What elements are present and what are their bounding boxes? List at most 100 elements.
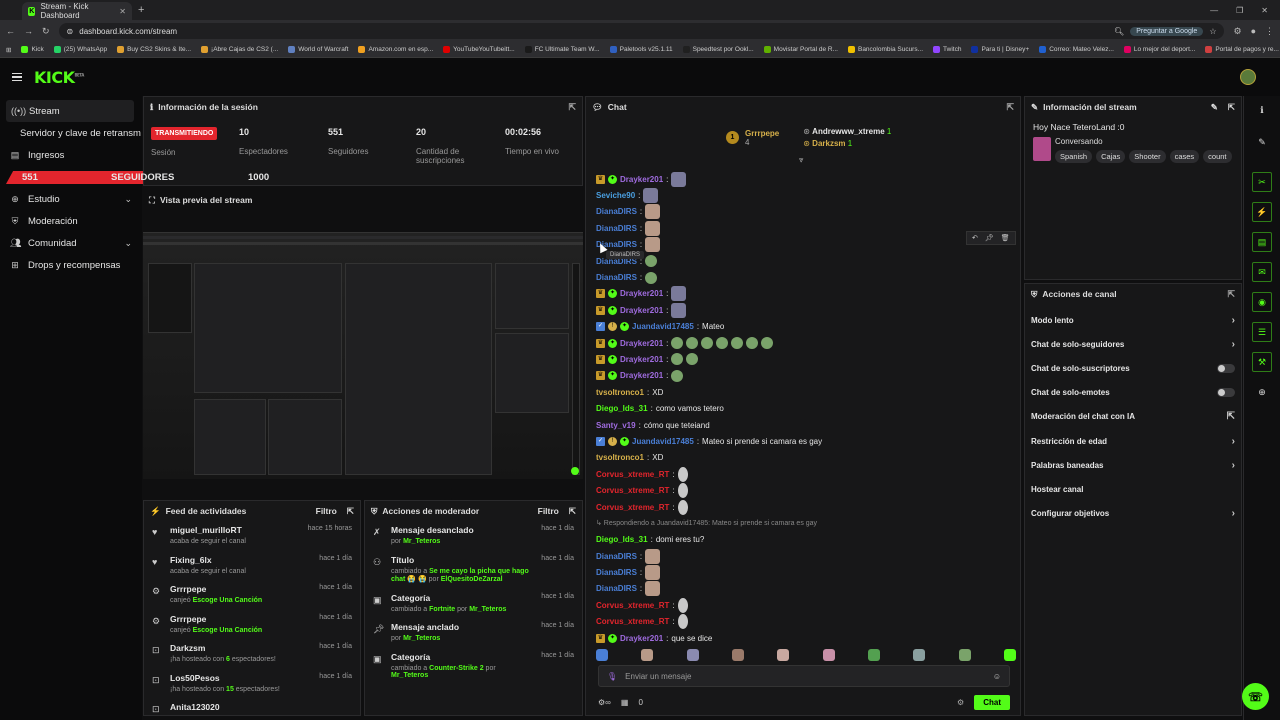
chat-username[interactable]: Corvus_xtreme_RT [596, 470, 669, 479]
sidebar-item-drops[interactable]: ⊞ Drops y recompensas [0, 254, 142, 276]
chat-username[interactable]: Corvus_xtreme_RT [596, 617, 669, 626]
bookmark-item[interactable]: Buy CS2 Skins & Ite... [117, 46, 191, 53]
sidebar-item-server-key[interactable]: Servidor y clave de retransm [0, 122, 142, 144]
wrench-icon[interactable]: ⚒ [1252, 352, 1272, 372]
chat-message[interactable]: DianaDIRS: [596, 237, 1016, 253]
chat-username[interactable]: Diego_lds_31 [596, 404, 648, 413]
channel-action-item[interactable]: Moderación del chat con IA ⇱ [1025, 405, 1241, 429]
chat-username[interactable]: Drayker201 [620, 371, 663, 380]
chat-message[interactable]: tvsoltronco1: XD [596, 450, 1016, 466]
chat-message[interactable]: Corvus_xtreme_RT: [596, 499, 1016, 515]
quick-emote-icon[interactable] [867, 649, 880, 661]
chat-message[interactable]: DianaDIRS: [596, 564, 1016, 581]
pencil-icon[interactable]: ✎ [1252, 132, 1272, 152]
close-window-icon[interactable]: ✕ [1261, 6, 1268, 15]
mod-action-user[interactable]: Mr_Teteros [391, 672, 428, 679]
chat-username[interactable]: DianaDIRS [596, 568, 637, 577]
chat-username[interactable]: Drayker201 [620, 339, 663, 348]
lightning-icon[interactable]: ⚡ [1252, 202, 1272, 222]
bookmark-item[interactable]: Bancolombia Sucurs... [847, 46, 923, 53]
chat-username[interactable]: Drayker201 [620, 355, 663, 364]
chat-message[interactable]: ♛ ✦ Drayker201: [596, 286, 1016, 302]
bookmark-item[interactable]: (25) WhatsApp [53, 46, 107, 53]
chat-message[interactable]: ♛ ✦ Drayker201: que se dice [596, 630, 1016, 646]
sidebar-item-ingresos[interactable]: ▤ Ingresos [0, 144, 142, 166]
bookmark-item[interactable]: Movistar Portal de R... [763, 46, 838, 53]
popout-icon[interactable]: ⇱ [1006, 102, 1014, 113]
chat-username[interactable]: Juandavid17485 [632, 437, 694, 446]
mod-action-user[interactable]: Mr_Teteros [403, 538, 440, 545]
profile-icon[interactable]: ● [1251, 26, 1256, 36]
delete-icon[interactable]: 🗑︎ [1001, 234, 1010, 242]
close-tab-icon[interactable]: ✕ [119, 7, 126, 16]
chat-message[interactable]: Diego_lds_31: domi eres tu? [596, 532, 1016, 548]
quick-emote-icon[interactable] [1003, 649, 1016, 661]
channel-action-item[interactable]: Configurar objetivos › [1025, 502, 1241, 526]
help-chat-button[interactable]: ☏ [1242, 683, 1269, 710]
bookmark-item[interactable]: Paletools v25.1.11 [609, 46, 673, 53]
browser-tab[interactable]: K Stream - Kick Dashboard ✕ [22, 2, 132, 20]
minimize-icon[interactable]: — [1210, 6, 1218, 15]
feed-username[interactable]: Grrrpepe [170, 614, 311, 624]
chat-message[interactable]: Corvus_xtreme_RT: [596, 482, 1016, 499]
feed-username[interactable]: Anita123020 [170, 702, 344, 712]
quick-emote-icon[interactable] [731, 649, 744, 661]
chat-message[interactable]: tvsoltronco1: XD [596, 384, 1016, 400]
chat-username[interactable]: Seviche90 [596, 191, 635, 200]
bookmark-item[interactable]: Para ti | Disney+ [971, 46, 1029, 53]
chat-message[interactable]: Santy_v19: cómo que teteiand [596, 417, 1016, 433]
chat-message[interactable]: Corvus_xtreme_RT: [596, 614, 1016, 630]
menu-icon[interactable]: ⋮ [1265, 26, 1274, 37]
chat-message[interactable]: DianaDIRS: [596, 581, 1016, 597]
channel-action-item[interactable]: Restricción de edad › [1025, 429, 1241, 453]
user-avatar[interactable] [1240, 69, 1256, 85]
gift-sub-icon[interactable]: ▦ [621, 698, 629, 707]
mod-action-user[interactable]: Mr_Teteros [469, 606, 506, 613]
chat-username[interactable]: Drayker201 [620, 289, 663, 298]
feed-username[interactable]: Los50Pesos [170, 673, 311, 683]
mic-icon[interactable]: 🎙︎ [607, 672, 617, 681]
chat-username[interactable]: Corvus_xtreme_RT [596, 503, 669, 512]
chat-username[interactable]: Drayker201 [620, 306, 663, 315]
quick-emote-icon[interactable] [686, 649, 699, 661]
bookmark-item[interactable]: Correo: Mateo Velez... [1039, 46, 1114, 53]
pin-icon[interactable]: 📌︎ [985, 234, 994, 242]
chat-message[interactable]: DianaDIRS: [596, 269, 1016, 285]
back-icon[interactable]: ← [6, 26, 15, 36]
quick-emote-icon[interactable] [641, 649, 654, 661]
chat-message[interactable]: ♛ ✦ Drayker201: [596, 171, 1016, 187]
bookmark-item[interactable]: FC Ultimate Team W... [524, 46, 600, 53]
chat-username[interactable]: DianaDIRS [596, 584, 637, 593]
chat-message[interactable]: DianaDIRS: [596, 204, 1016, 220]
expand-chevron-icon[interactable]: ⩔ [799, 155, 804, 165]
chat-settings-icon[interactable]: ⚙ [957, 698, 964, 707]
chat-username[interactable]: Diego_lds_31 [596, 535, 648, 544]
chat-username[interactable]: DianaDIRS [596, 207, 637, 216]
hamburger-menu-icon[interactable] [12, 72, 22, 82]
clip-icon[interactable]: ✂ [1252, 172, 1272, 192]
zoom-icon[interactable]: 🔍︎ [1114, 27, 1124, 36]
maximize-icon[interactable]: ❐ [1236, 6, 1243, 15]
popout-icon[interactable]: ⇱ [1227, 289, 1235, 300]
quick-emote-icon[interactable] [822, 649, 835, 661]
bookmark-item[interactable]: Twitch [933, 46, 961, 53]
broadcast-icon[interactable]: ◉ [1252, 292, 1272, 312]
stream-tag[interactable]: count [1203, 150, 1232, 163]
chat-message[interactable]: ♛ ✦ Drayker201: [596, 368, 1016, 384]
chat-message[interactable]: ♛ ✦ Drayker201: [596, 302, 1016, 318]
chat-message[interactable]: ♛ ✦ Drayker201: [596, 351, 1016, 367]
site-info-icon[interactable]: ⊜ [67, 27, 74, 36]
info-icon[interactable]: ℹ [1252, 100, 1272, 120]
stream-tag[interactable]: cases [1169, 150, 1200, 163]
channel-action-item[interactable]: Chat de solo-seguidores › [1025, 332, 1241, 356]
chat-username[interactable]: DianaDIRS [596, 552, 637, 561]
feed-username[interactable]: Darkzsm [170, 643, 311, 653]
popout-icon[interactable]: ⇱ [1228, 102, 1235, 113]
channel-action-item[interactable]: Hostear canal [1025, 477, 1241, 501]
chat-message[interactable]: Corvus_xtreme_RT: [596, 466, 1016, 482]
bookmark-star-icon[interactable]: ☆ [1209, 27, 1216, 36]
toggle-switch[interactable] [1217, 388, 1235, 398]
chat-username[interactable]: Corvus_xtreme_RT [596, 601, 669, 610]
chat-message[interactable]: Diego_lds_31: como vamos tetero [596, 400, 1016, 416]
bookmark-item[interactable]: ¡Abre Cajas de CS2 (... [201, 46, 278, 53]
